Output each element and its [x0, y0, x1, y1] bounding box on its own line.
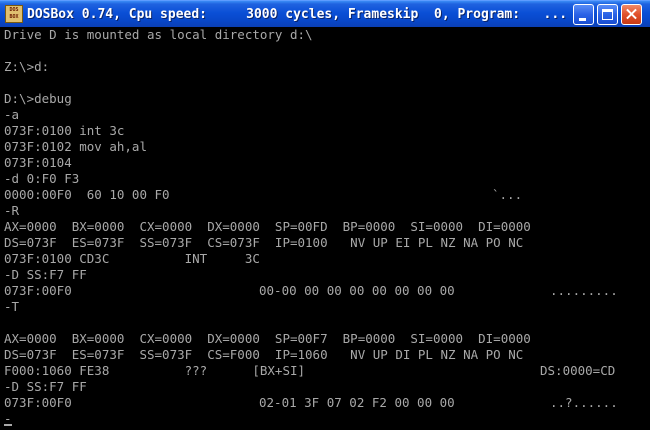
- console-output[interactable]: Drive D is mounted as local directory d:…: [4, 27, 644, 427]
- dosbox-window: DOS BOX DOSBox 0.74, Cpu speed: 3000 cyc…: [0, 0, 650, 430]
- memory-dump-ascii: ..?......: [550, 395, 618, 410]
- memory-dump-address: 073F:00F0: [4, 395, 72, 410]
- memory-dump-line: 073F:00F0 02-01 3F 07 02 F2 00 00 00 ..?…: [4, 395, 644, 411]
- window-title: DOSBox 0.74, Cpu speed: 3000 cycles, Fra…: [27, 7, 567, 22]
- memory-dump-ascii: `...: [492, 187, 523, 202]
- console-line: 073F:0104: [4, 155, 72, 170]
- text-cursor: [4, 424, 12, 426]
- memory-dump-ascii: .........: [550, 283, 618, 298]
- memory-dump-hex: 00-00 00 00 00 00 00 00 00: [259, 283, 455, 298]
- register-line: AX=0000 BX=0000 CX=0000 DX=0000 SP=00FD …: [4, 219, 531, 234]
- close-icon: [622, 5, 641, 24]
- console-line: Z:\>d:: [4, 59, 50, 74]
- console-line: -a: [4, 107, 20, 122]
- console-line: -D SS:F7 FF: [4, 267, 87, 282]
- maximize-button[interactable]: [597, 4, 618, 25]
- disassembly-line: F000:1060 FE38 ??? [BX+SI] DS:0000=CD: [4, 363, 644, 379]
- dosbox-app-icon[interactable]: DOS BOX: [5, 5, 23, 23]
- minimize-icon: [579, 18, 586, 21]
- console-line: -T: [4, 299, 20, 314]
- console-line: 073F:0100 int 3c: [4, 123, 125, 138]
- console-line: -R: [4, 203, 20, 218]
- segment-note: DS:0000=CD: [540, 363, 616, 378]
- memory-dump-hex: 02-01 3F 07 02 F2 00 00 00: [259, 395, 455, 410]
- register-line: DS=073F ES=073F SS=073F CS=F000 IP=1060 …: [4, 347, 524, 362]
- memory-dump-line: 0000:00F0 60 10 00 F0 `...: [4, 187, 644, 203]
- register-line: DS=073F ES=073F SS=073F CS=073F IP=0100 …: [4, 235, 524, 250]
- memory-dump-address: 073F:00F0: [4, 283, 72, 298]
- disassembly-instruction: F000:1060 FE38 ??? [BX+SI]: [4, 363, 306, 378]
- console-line: Drive D is mounted as local directory d:…: [4, 27, 313, 42]
- register-line: AX=0000 BX=0000 CX=0000 DX=0000 SP=00F7 …: [4, 331, 531, 346]
- title-bar[interactable]: DOS BOX DOSBox 0.74, Cpu speed: 3000 cyc…: [0, 0, 650, 27]
- console-line: 073F:0102 mov ah,al: [4, 139, 147, 154]
- memory-dump-address: 0000:00F0 60 10 00 F0: [4, 187, 170, 202]
- console-line: -D SS:F7 FF: [4, 379, 87, 394]
- close-button[interactable]: [621, 4, 642, 25]
- maximize-icon: [602, 9, 613, 20]
- memory-dump-line: 073F:00F0 00-00 00 00 00 00 00 00 00 ...…: [4, 283, 644, 299]
- console-line: -d 0:F0 F3: [4, 171, 80, 186]
- disassembly-line: 073F:0100 CD3C INT 3C: [4, 251, 260, 266]
- minimize-button[interactable]: [573, 4, 594, 25]
- console-line: D:\>debug: [4, 91, 72, 106]
